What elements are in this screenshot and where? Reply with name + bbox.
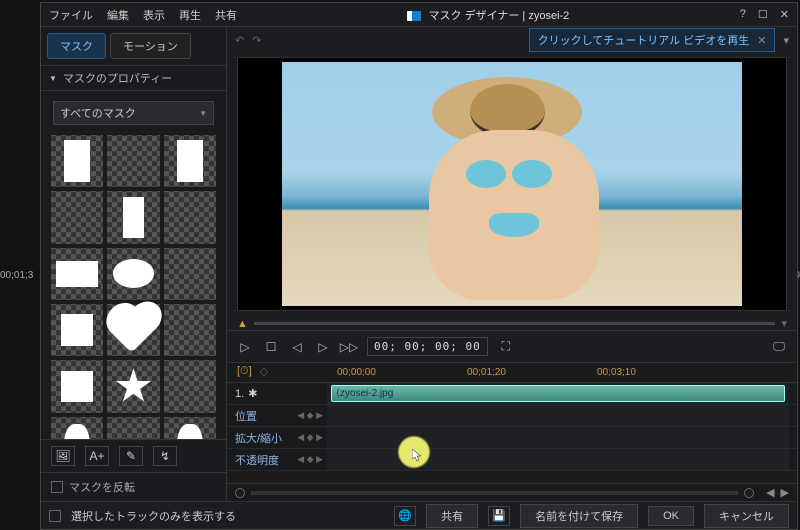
timecode-display[interactable]: 00; 00; 00; 00 (367, 337, 488, 356)
mask-shape-empty-3[interactable] (164, 191, 216, 243)
track-position-label[interactable]: 位置 (235, 408, 257, 424)
mask-shape-rect-tall[interactable] (51, 135, 103, 187)
preview-menu-icon[interactable]: ▾ (783, 34, 789, 47)
mask-shape-empty-6[interactable] (164, 360, 216, 412)
timeline: [⏱]◇ 00;00;00 00;01;20 00;03;10 1. ✱ ⟨zy… (227, 363, 797, 501)
only-selected-label: 選択したトラックのみを表示する (71, 508, 236, 524)
tutorial-close-icon[interactable]: ✕ (757, 34, 766, 47)
menu-play[interactable]: 再生 (179, 7, 201, 23)
prev-frame-button[interactable]: ◁ (289, 339, 305, 355)
menu-view[interactable]: 表示 (143, 7, 165, 23)
fast-forward-button[interactable]: ▷▷ (341, 339, 357, 355)
tab-motion[interactable]: モーション (110, 33, 191, 59)
section-mask-properties[interactable]: マスクのプロパティー (41, 65, 226, 91)
app-icon (407, 11, 421, 21)
mask-shape-empty[interactable] (107, 135, 159, 187)
track-opacity[interactable] (327, 449, 789, 470)
bg-time-left: 00;01;3 (0, 270, 33, 281)
maximize-icon[interactable]: ☐ (758, 8, 768, 21)
brush-mask-icon[interactable]: ✎ (119, 446, 143, 466)
mask-shape-empty-5[interactable] (164, 304, 216, 356)
playhead-marker-icon: ▲ (237, 318, 248, 330)
mask-shape-person-1[interactable] (51, 417, 103, 439)
pen-mask-icon[interactable]: ↯ (153, 446, 177, 466)
undo-icon[interactable]: ↶ (235, 34, 244, 47)
clip-zyosei2[interactable]: ⟨zyosei-2.jpg (331, 385, 785, 402)
menu-share[interactable]: 共有 (215, 7, 237, 23)
close-icon[interactable]: ✕ (780, 8, 789, 21)
fullscreen-button[interactable]: ⛶ (498, 339, 514, 355)
next-frame-button[interactable]: ▷ (315, 339, 331, 355)
only-selected-checkbox[interactable] (49, 510, 61, 522)
ruler-zoom-icon[interactable]: ◇ (260, 365, 268, 378)
stop-button[interactable]: ☐ (263, 339, 279, 355)
cursor-arrow-icon (412, 449, 422, 461)
mask-shape-empty-4[interactable] (164, 248, 216, 300)
mask-shape-heart[interactable] (107, 304, 159, 356)
mask-shape-empty-2[interactable] (51, 191, 103, 243)
ok-button[interactable]: OK (648, 506, 694, 526)
keyframe-nav-opacity[interactable]: ◀ ◆ ▶ (297, 454, 323, 465)
image-mask-icon[interactable]: 🖼 (51, 446, 75, 466)
help-icon[interactable]: ? (740, 8, 746, 21)
mask-shape-square[interactable] (51, 360, 103, 412)
timeline-scrollbar[interactable] (251, 491, 738, 495)
mask-shape-rect-tall-2[interactable] (164, 135, 216, 187)
track-1[interactable]: ⟨zyosei-2.jpg (327, 383, 789, 404)
snapshot-button[interactable]: 🖵 (771, 339, 787, 355)
mask-shape-star[interactable] (107, 360, 159, 412)
preview-scrubber[interactable] (254, 322, 776, 325)
text-mask-icon[interactable]: A+ (85, 446, 109, 466)
tab-mask[interactable]: マスク (47, 33, 106, 59)
cancel-button[interactable]: キャンセル (704, 504, 789, 528)
mask-shape-rect-narrow[interactable] (107, 191, 159, 243)
mask-designer-dialog: ファイル 編集 表示 再生 共有 マスク デザイナー | zyosei-2 ? … (40, 2, 798, 530)
window-title: マスク デザイナー | zyosei-2 (237, 7, 740, 23)
track-position[interactable] (327, 405, 789, 426)
track-scale-label[interactable]: 拡大/縮小 (235, 430, 282, 446)
track-scale[interactable] (327, 427, 789, 448)
redo-icon[interactable]: ↷ (252, 34, 261, 47)
ruler-mode-icon[interactable]: [⏱] (237, 365, 252, 378)
mask-grid (51, 135, 216, 439)
mask-category-dropdown[interactable]: すべてのマスク (53, 101, 214, 125)
zoom-chevron-right-icon[interactable]: ▶ (781, 486, 789, 499)
save-as-button[interactable]: 名前を付けて保存 (520, 504, 638, 528)
mask-shape-empty-7[interactable] (107, 417, 159, 439)
menu-file[interactable]: ファイル (49, 7, 93, 23)
zoom-out-icon[interactable] (235, 488, 245, 498)
share-button[interactable]: 共有 (426, 504, 478, 528)
scrubber-end-icon: ▾ (781, 317, 787, 330)
tutorial-button[interactable]: クリックしてチュートリアル ビデオを再生✕ (529, 28, 776, 52)
mask-shape-person-2[interactable] (164, 417, 216, 439)
track-opacity-label[interactable]: 不透明度 (235, 452, 279, 468)
keyframe-nav-position[interactable]: ◀ ◆ ▶ (297, 410, 323, 421)
invert-mask-label: マスクを反転 (69, 479, 135, 495)
zoom-in-icon[interactable] (744, 488, 754, 498)
invert-mask-checkbox[interactable] (51, 481, 63, 493)
play-button[interactable]: ▷ (237, 339, 253, 355)
mask-shape-ellipse[interactable] (107, 248, 159, 300)
left-panel: マスク モーション マスクのプロパティー すべてのマスク (41, 27, 227, 501)
mask-shape-clover[interactable] (51, 304, 103, 356)
save-icon[interactable]: 💾 (488, 506, 510, 526)
titlebar: ファイル 編集 表示 再生 共有 マスク デザイナー | zyosei-2 ? … (41, 3, 797, 27)
share-globe-icon[interactable]: 🌐 (394, 506, 416, 526)
mask-shape-rect-wide[interactable] (51, 248, 103, 300)
keyframe-nav-scale[interactable]: ◀ ◆ ▶ (297, 432, 323, 443)
menu-edit[interactable]: 編集 (107, 7, 129, 23)
preview-viewport (237, 57, 787, 311)
timeline-ruler[interactable]: [⏱]◇ 00;00;00 00;01;20 00;03;10 (227, 363, 797, 383)
zoom-chevron-left-icon[interactable]: ◀ (766, 486, 774, 499)
